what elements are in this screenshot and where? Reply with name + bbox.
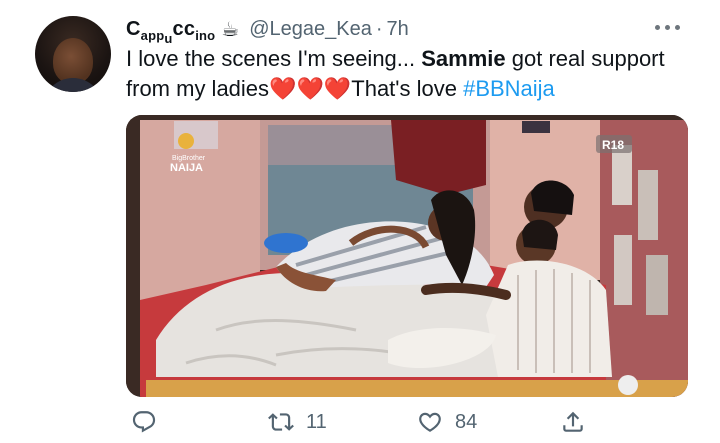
heart-emoji: ❤️ xyxy=(323,76,352,101)
heart-outline-icon xyxy=(419,412,441,432)
heart-emoji: ❤️ xyxy=(296,76,324,101)
coffee-cup-icon: ☕ xyxy=(221,18,240,41)
tweet-text: I love the scenes I'm seeing... Sammie g… xyxy=(126,46,665,101)
like-button[interactable]: 84 xyxy=(417,404,477,440)
media-logo-line2: NAIJA xyxy=(170,162,203,174)
media-rating-badge: R18 xyxy=(602,138,624,152)
avatar[interactable] xyxy=(35,16,111,92)
tweet-media-image[interactable]: BigBrother NAIJA R18 xyxy=(126,115,688,397)
retweet-count: 11 xyxy=(306,410,327,433)
media-logo-line1: BigBrother xyxy=(172,155,206,162)
bold-name: Sammie xyxy=(421,46,506,71)
tweet-actions: 11 84 xyxy=(0,404,720,440)
more-options-icon[interactable] xyxy=(652,20,682,34)
user-handle[interactable]: @Legae_Kea xyxy=(249,18,372,41)
tweet[interactable]: Cappuccino ☕ @Legae_Kea · 7h I love the … xyxy=(0,0,720,443)
avatar-shirt xyxy=(43,78,103,92)
reply-icon xyxy=(132,411,156,433)
share-icon xyxy=(563,411,583,432)
timestamp[interactable]: 7h xyxy=(387,18,409,41)
share-button[interactable] xyxy=(560,404,586,440)
reply-button[interactable] xyxy=(131,404,157,440)
hashtag-link[interactable]: #BBNaija xyxy=(463,76,555,101)
retweet-button[interactable]: 11 xyxy=(268,404,327,440)
retweet-icon xyxy=(268,413,294,431)
tweet-header: Cappuccino ☕ @Legae_Kea · 7h xyxy=(126,14,409,46)
display-name[interactable]: Cappuccino xyxy=(126,18,215,46)
separator-dot: · xyxy=(375,17,383,40)
like-count: 84 xyxy=(455,410,478,433)
heart-emoji: ❤️ xyxy=(269,76,297,101)
